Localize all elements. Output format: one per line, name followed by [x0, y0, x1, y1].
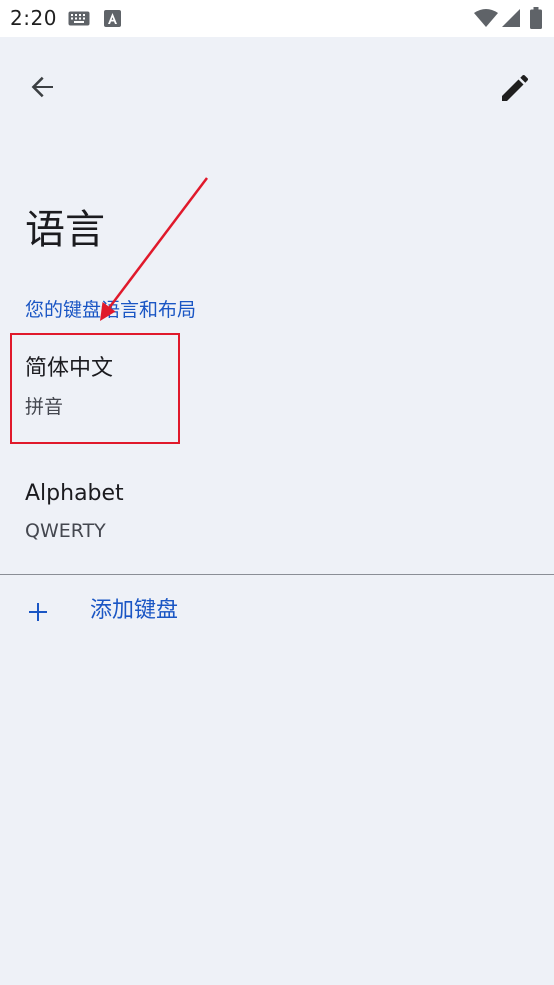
add-keyboard-button[interactable]: 添加键盘 — [0, 580, 554, 644]
battery-icon — [530, 7, 542, 29]
arrow-left-icon — [31, 76, 53, 98]
keyboard-item-alphabet[interactable]: Alphabet QWERTY — [0, 465, 554, 565]
back-button[interactable] — [20, 65, 64, 109]
text-a-icon — [104, 10, 121, 27]
status-bar: 2:20 — [0, 0, 554, 37]
top-app-bar — [0, 37, 554, 137]
keyboard-layout-label: 拼音 — [25, 396, 64, 418]
page-title: 语言 — [25, 207, 105, 253]
keyboard-item-simplified-chinese[interactable]: 简体中文 拼音 — [0, 340, 554, 440]
edit-button[interactable] — [494, 65, 538, 109]
status-time: 2:20 — [10, 6, 57, 30]
section-header: 您的键盘语言和布局 — [25, 299, 197, 321]
signal-icon — [502, 9, 520, 27]
wifi-icon — [474, 9, 498, 27]
keyboard-language-label: Alphabet — [25, 481, 124, 506]
keyboard-icon — [68, 11, 90, 26]
pencil-icon — [502, 74, 529, 101]
keyboard-language-label: 简体中文 — [25, 356, 114, 381]
plus-icon — [29, 603, 47, 621]
add-keyboard-label: 添加键盘 — [90, 598, 179, 623]
list-divider — [0, 574, 554, 575]
keyboard-layout-label: QWERTY — [25, 520, 106, 542]
